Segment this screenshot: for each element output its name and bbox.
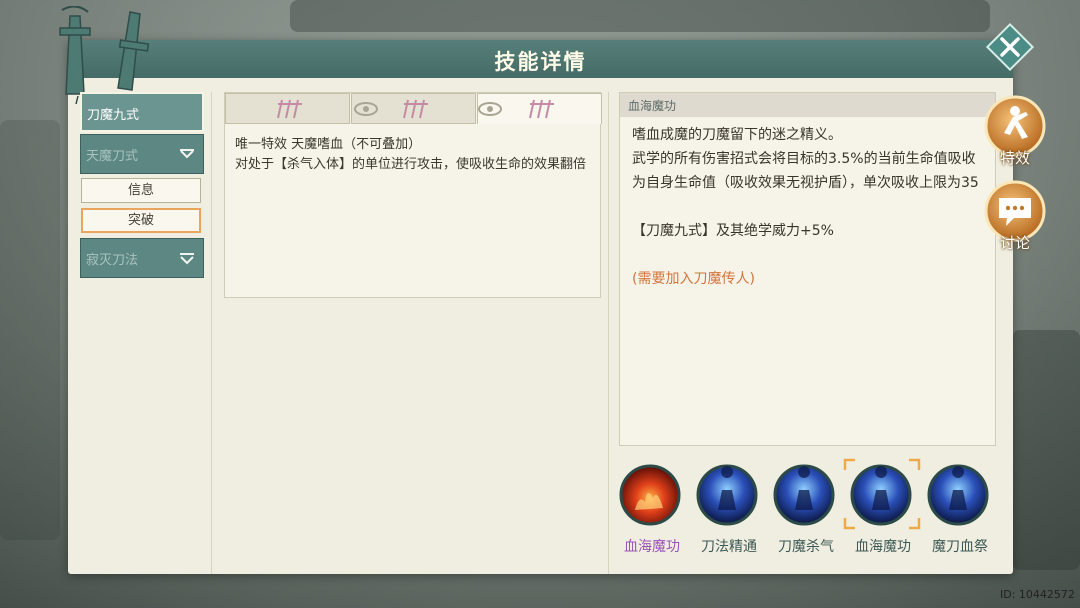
info-line: 武学的所有伤害招式会将目标的3.5%的当前生命值吸收为自身生命值（吸收效果无视护… [632,151,979,191]
skill-info-panel: 血海魔功 嗜血成魔的刀魔留下的迷之精义。 武学的所有伤害招式会将目标的3.5%的… [619,92,996,446]
tier-desc-line: 唯一特效 天魔嗜血（不可叠加） [235,137,422,152]
crossed-swords-icon [59,6,150,105]
tier-desc-line: 对处于【杀气入体】的单位进行攻击，使吸收生命的效果翻倍 [235,157,587,172]
skill-selector: 血海魔功 刀法精通 刀魔杀气 血海魔功 魔刀血祭 [614,458,999,562]
tier-tab-1[interactable] [225,93,350,124]
sword-tier-icon [277,99,302,119]
skill-tab-2[interactable]: 天魔刀式 [80,134,204,174]
blue-figure-icon [696,464,758,526]
skill-item-4[interactable]: 血海魔功 [843,458,921,562]
selection-frame-icon [843,458,921,530]
requirement-text: (需要加入刀魔传人) [632,271,755,287]
skill-tab-label: 天魔刀式 [86,149,139,164]
blue-figure-icon [927,464,989,526]
blue-figure-icon [773,464,835,526]
skill-name: 魔刀血祭 [932,539,988,555]
info-line: 【刀魔九式】及其绝学威力+5% [632,223,834,239]
tier-tab-2[interactable] [351,93,476,124]
skill-tab-3[interactable]: 寂灭刀法 [80,238,204,278]
info-title: 血海魔功 [628,99,677,113]
fire-orb-icon [619,464,681,526]
tier-description: 唯一特效 天魔嗜血（不可叠加） 对处于【杀气入体】的单位进行攻击，使吸收生命的效… [235,135,590,175]
close-button[interactable] [985,22,1035,72]
skill-tab-label: 刀魔九式 [87,108,140,123]
collapse-icon [180,149,194,159]
background-shape [1012,330,1080,570]
breakthrough-panel: 唯一特效 天魔嗜血（不可叠加） 对处于【杀气入体】的单位进行攻击，使吸收生命的效… [224,92,602,298]
skill-item-5[interactable]: 魔刀血祭 [922,462,998,562]
skill-name: 刀魔杀气 [778,539,834,555]
sword-tier-icon [354,99,428,119]
background-shape [0,120,60,540]
skill-item-1[interactable]: 血海魔功 [614,462,690,562]
skill-tab-1[interactable]: 刀魔九式 [80,92,204,132]
info-line: 嗜血成魔的刀魔留下的迷之精义。 [632,127,842,143]
effect-label: 特效 [999,149,1030,167]
sword-tier-icon [478,99,554,119]
page-title: 技能详情 [494,50,587,74]
skill-item-3[interactable]: 刀魔杀气 [768,462,844,562]
tier-tabs [225,93,602,125]
skill-tab-label: 寂灭刀法 [86,253,139,268]
id-watermark: ID: 10442572 [1000,588,1075,601]
discuss-label: 讨论 [999,234,1030,252]
skill-name: 刀法精通 [701,539,757,555]
info-body: 嗜血成魔的刀魔留下的迷之精义。 武学的所有伤害招式会将目标的3.5%的当前生命值… [632,123,982,291]
skill-item-2[interactable]: 刀法精通 [691,462,767,562]
discuss-button[interactable]: 讨论 [984,180,1046,252]
subtab-info[interactable]: 信息 [81,178,201,203]
info-header: 血海魔功 [620,93,995,117]
subtab-breakthrough[interactable]: 突破 [81,208,201,233]
divider [211,92,212,574]
skill-name: 血海魔功 [624,539,680,555]
skill-name: 血海魔功 [855,539,911,555]
effect-button[interactable]: 特效 [984,95,1046,167]
divider [608,92,609,574]
panel-header: 技能详情 [68,40,1013,78]
tier-tab-3[interactable] [477,93,602,124]
background-shape [290,0,990,32]
expand-icon [180,253,194,265]
